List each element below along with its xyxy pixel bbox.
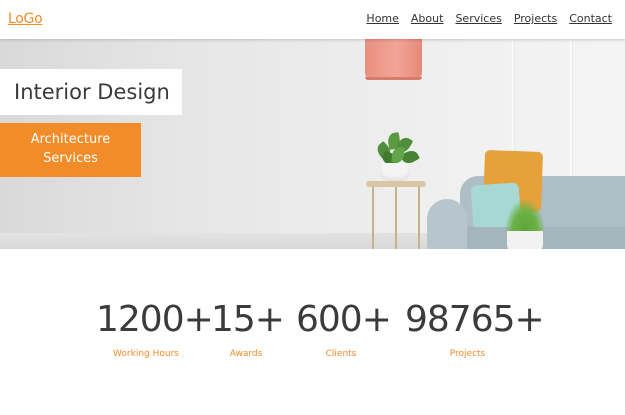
stat-value: 15+ [211,299,285,340]
grass-plant [505,199,545,233]
hero-subtitle-line: Services [43,151,98,166]
side-table-leg [418,187,420,249]
stat-label: Working Hours [113,349,179,359]
stat-working-hours: 1200+ Working Hours [96,299,214,359]
side-table-leg [395,187,397,249]
nav-link-home[interactable]: Home [366,12,398,25]
hero-subtitle-box: Architecture Services [0,123,141,177]
hero-title: Interior Design [0,69,182,115]
nav-link-contact[interactable]: Contact [569,12,612,25]
stats-section: 1200+ Working Hours 15+ Awards 600+ Clie… [0,249,625,415]
stat-awards: 15+ Awards [211,299,285,359]
logo-link[interactable]: LoGo [8,11,43,27]
hero-subtitle-line: Architecture [30,132,111,147]
nav-link-about[interactable]: About [411,12,444,25]
stat-value: 98765+ [405,299,545,340]
navbar: LoGo Home About Services Projects Contac… [0,0,625,39]
plant-pot [380,163,410,181]
nav-link-services[interactable]: Services [455,12,501,25]
pendant-lamp-rim [365,77,422,80]
grass-pot [507,231,543,249]
stat-value: 600+ [296,299,392,340]
pendant-lamp [365,39,422,79]
stat-clients: 600+ Clients [296,299,392,359]
stat-label: Clients [325,349,357,359]
stat-label: Projects [449,349,486,359]
stat-label: Awards [229,349,263,359]
sofa-arm [427,199,467,249]
nav-link-projects[interactable]: Projects [514,12,557,25]
side-table-leg [372,187,374,249]
stat-value: 1200+ [96,299,214,340]
nav-links: Home About Services Projects Contact [366,12,612,25]
stat-projects: 98765+ Projects [405,299,545,359]
